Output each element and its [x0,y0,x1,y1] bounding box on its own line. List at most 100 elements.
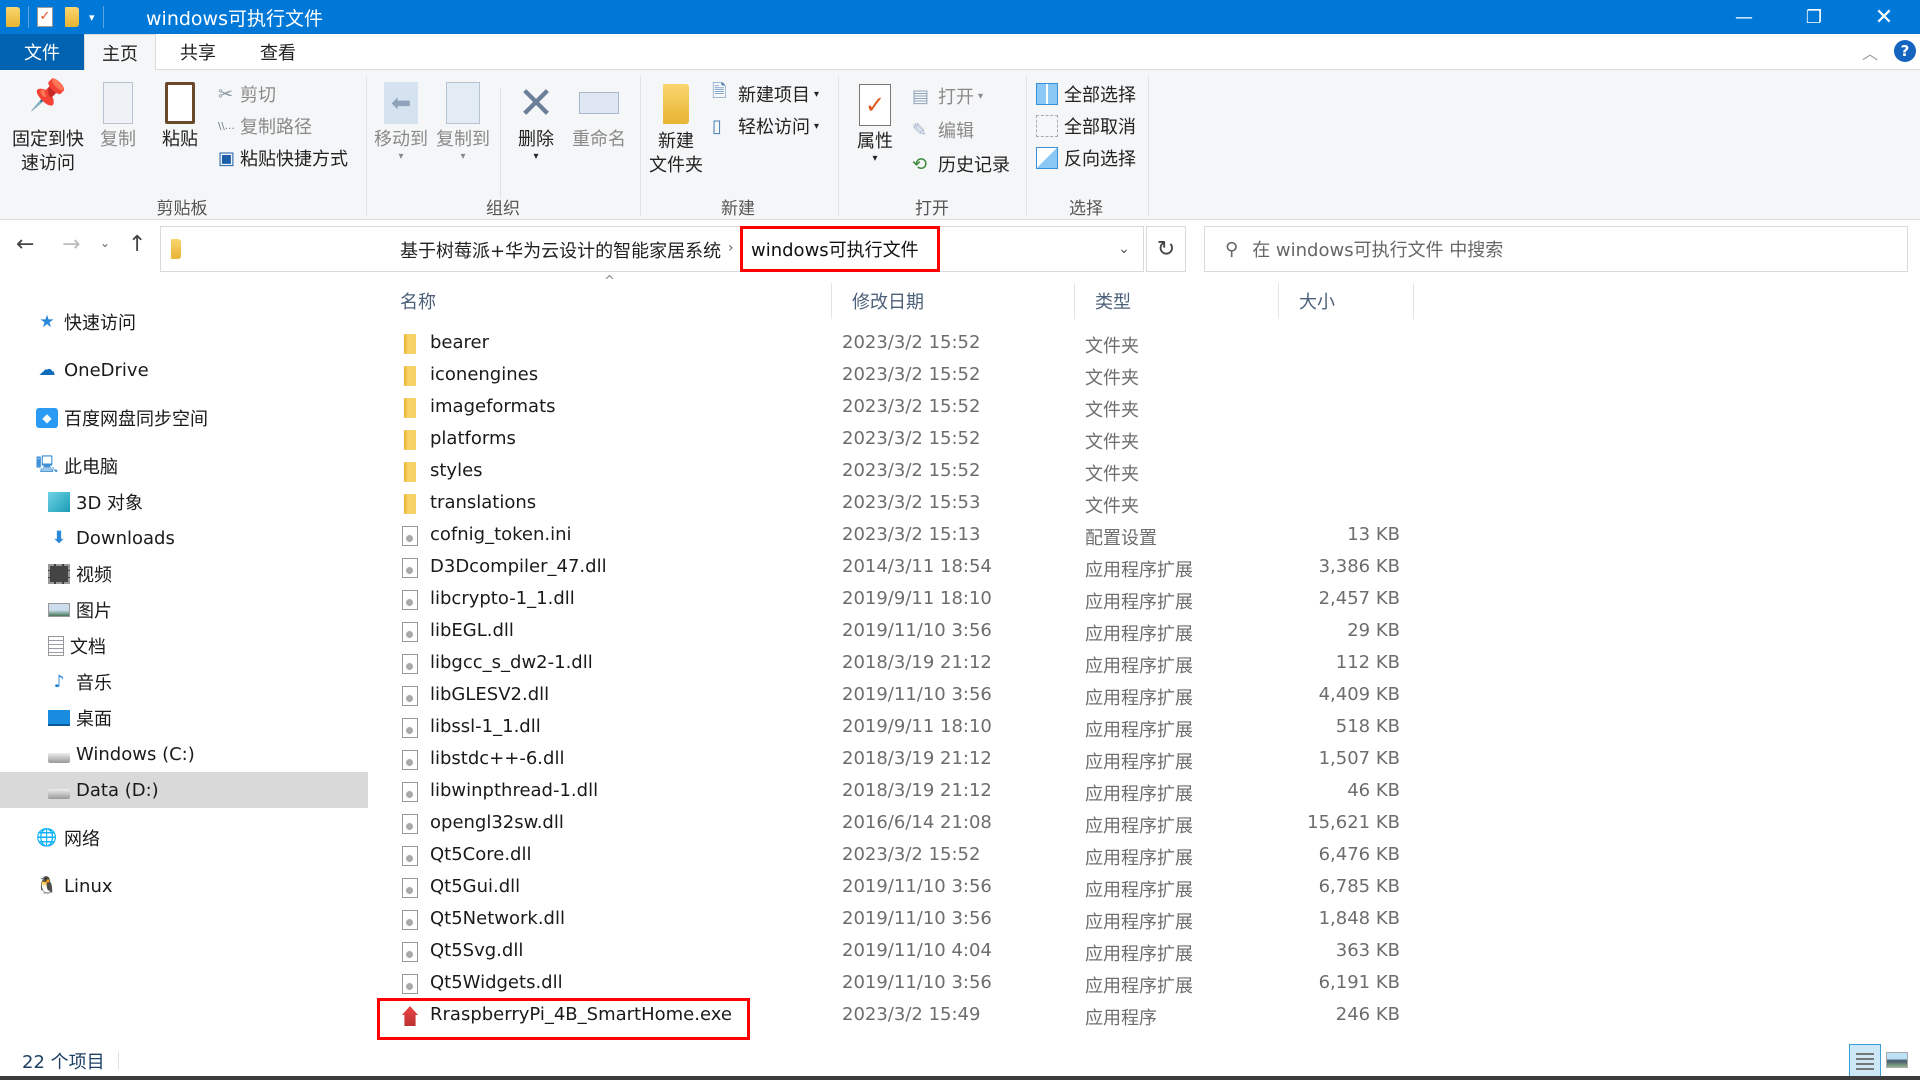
file-name: libEGL.dll [430,620,514,641]
file-size: 4,409 KB [1318,684,1400,705]
help-icon[interactable]: ? [1894,40,1916,62]
nav-documents[interactable]: 文档 [0,628,368,664]
move-to-button[interactable]: ⬅ 移动到 ▾ [372,82,430,162]
nav-pictures[interactable]: 图片 [0,592,368,628]
file-row[interactable]: styles 2023/3/2 15:52 文件夹 [380,456,1414,488]
tab-file[interactable]: 文件 [0,34,84,70]
breadcrumb-separator-icon[interactable]: › [728,240,734,256]
file-row[interactable]: iconengines 2023/3/2 15:52 文件夹 [380,360,1414,392]
file-size: 518 KB [1335,716,1400,737]
cut-button[interactable]: ✂ 剪切 [218,80,276,108]
file-row[interactable]: Qt5Core.dll 2023/3/2 15:52 应用程序扩展 6,476 KB [380,840,1414,872]
breadcrumb-current[interactable]: windows可执行文件 [740,226,940,272]
nav-baidu-netdisk[interactable]: ◆ 百度网盘同步空间 [0,400,368,436]
file-row[interactable]: opengl32sw.dll 2016/6/14 21:08 应用程序扩展 15,62… [380,808,1414,840]
file-date: 2023/3/2 15:53 [842,492,981,513]
nav-drive-c[interactable]: Windows (C:) [0,736,368,772]
file-row[interactable]: libGLESV2.dll 2019/11/10 3:56 应用程序扩展 4,409 … [380,680,1414,712]
new-item-button[interactable]: 🗎 新建项目 ▾ [712,80,819,108]
file-row[interactable]: D3Dcompiler_47.dll 2014/3/11 18:54 应用程序扩展 3… [380,552,1414,584]
nav-videos[interactable]: 视频 [0,556,368,592]
column-header-size[interactable]: 大小 [1279,283,1414,319]
nav-desktop[interactable]: 桌面 [0,700,368,736]
recent-locations-button[interactable]: ⌄ [100,236,110,250]
rename-button[interactable]: 重命名 [566,82,632,152]
file-row[interactable]: libEGL.dll 2019/11/10 3:56 应用程序扩展 29 KB [380,616,1414,648]
file-date: 2023/3/2 15:52 [842,364,981,385]
copy-path-button[interactable]: \\… 复制路径 [218,112,312,140]
properties-quick-icon[interactable]: ✓ [37,7,53,27]
close-button[interactable]: ✕ [1852,0,1916,34]
breadcrumb-item[interactable]: 基于树莓派+华为云设计的智能家居系统 [400,237,721,263]
file-row[interactable]: platforms 2023/3/2 15:52 文件夹 [380,424,1414,456]
new-folder-button[interactable]: 新建 文件夹 [644,84,708,178]
select-all-button[interactable]: 全部选择 [1036,80,1136,108]
customize-toolbar-icon[interactable]: ▾ [89,11,95,24]
delete-x-icon: ✕ [517,78,555,129]
address-dropdown-button[interactable]: ⌄ [1104,226,1144,272]
nav-downloads[interactable]: ⬇ Downloads [0,520,368,556]
tab-view[interactable]: 查看 [246,34,310,70]
search-input[interactable]: ⚲ 在 windows可执行文件 中搜索 [1204,226,1908,272]
column-header-date[interactable]: 修改日期 [832,283,1075,319]
open-button[interactable]: ▤ 打开 ▾ [912,82,983,110]
new-folder-quick-icon[interactable] [65,7,79,27]
pin-quick-access-button[interactable]: 📌 固定到快 速访问 [8,81,88,176]
invert-selection-button[interactable]: 反向选择 [1036,144,1136,172]
properties-button[interactable]: ✓ 属性 ▾ [846,84,904,164]
nav-drive-d[interactable]: Data (D:) [0,772,368,808]
column-header-name[interactable]: 名称 [380,283,832,319]
file-type: 应用程序 [1085,1008,1157,1029]
minimize-button[interactable]: — [1712,0,1776,34]
delete-button[interactable]: ✕ 删除 ▾ [508,80,564,162]
nav-linux[interactable]: 🐧 Linux [0,868,368,904]
file-row[interactable]: libwinpthread-1.dll 2018/3/19 21:12 应用程序扩展… [380,776,1414,808]
nav-this-pc[interactable]: 🖳 此电脑 [0,448,368,484]
nav-onedrive[interactable]: ☁ OneDrive [0,352,368,388]
tab-share[interactable]: 共享 [166,34,230,70]
copy-button[interactable]: 复制 [94,82,142,152]
navigation-pane[interactable]: ★ 快速访问 ☁ OneDrive ◆ 百度网盘同步空间 🖳 此电脑 3D 对象 ⬇ Do… [0,282,368,1042]
restore-button[interactable]: ❐ [1782,0,1846,34]
refresh-button[interactable]: ↻ [1146,226,1186,272]
music-icon: ♪ [53,672,65,692]
file-row[interactable]: imageformats 2023/3/2 15:52 文件夹 [380,392,1414,424]
file-row[interactable]: libssl-1_1.dll 2019/9/11 18:10 应用程序扩展 518 K… [380,712,1414,744]
nav-network[interactable]: 🌐 网络 [0,820,368,856]
file-row[interactable]: libcrypto-1_1.dll 2019/9/11 18:10 应用程序扩展 2,… [380,584,1414,616]
file-row[interactable]: libgcc_s_dw2-1.dll 2018/3/19 21:12 应用程序扩展 1… [380,648,1414,680]
tab-home[interactable]: 主页 [84,34,156,71]
collapse-ribbon-icon[interactable]: ︿ [1862,40,1878,64]
large-icons-view-button[interactable] [1886,1052,1908,1068]
move-to-icon: ⬅ [384,82,418,124]
file-row[interactable]: translations 2023/3/2 15:53 文件夹 [380,488,1414,520]
nav-3d-objects[interactable]: 3D 对象 [0,484,368,520]
paste-shortcut-button[interactable]: ▣ 粘贴快捷方式 [218,144,348,172]
details-view-button[interactable] [1849,1044,1881,1078]
back-button[interactable]: ← [16,232,34,257]
paste-button[interactable]: 粘贴 [156,82,204,152]
file-row[interactable]: Qt5Gui.dll 2019/11/10 3:56 应用程序扩展 6,785 KB [380,872,1414,904]
file-row[interactable]: bearer 2023/3/2 15:52 文件夹 [380,328,1414,360]
file-row[interactable]: Qt5Svg.dll 2019/11/10 4:04 应用程序扩展 363 KB [380,936,1414,968]
file-row[interactable]: cofnig_token.ini 2023/3/2 15:13 配置设置 13 KB [380,520,1414,552]
file-name: Qt5Network.dll [430,908,565,929]
column-header-type[interactable]: 类型 [1075,283,1279,319]
nav-quick-access[interactable]: ★ 快速访问 [0,304,368,340]
file-name: bearer [430,332,490,353]
copy-to-button[interactable]: 复制到 ▾ [434,82,492,162]
file-row[interactable]: libstdc++-6.dll 2018/3/19 21:12 应用程序扩展 1,50… [380,744,1414,776]
nav-music[interactable]: ♪ 音乐 [0,664,368,700]
file-date: 2023/3/2 15:52 [842,332,981,353]
easy-access-button[interactable]: ▯ 轻松访问 ▾ [712,112,819,140]
file-size: 6,476 KB [1318,844,1400,865]
file-row[interactable]: Qt5Widgets.dll 2019/11/10 3:56 应用程序扩展 6,191… [380,968,1414,1000]
select-none-button[interactable]: 全部取消 [1036,112,1136,140]
file-date: 2023/3/2 15:52 [842,428,981,449]
forward-button[interactable]: → [62,232,80,257]
history-button[interactable]: ⟲ 历史记录 [912,150,1010,178]
up-button[interactable]: ↑ [128,232,146,257]
file-row[interactable]: Qt5Network.dll 2019/11/10 3:56 应用程序扩展 1,848… [380,904,1414,936]
chevron-down-icon: ⌄ [1118,241,1130,257]
edit-button[interactable]: ✎ 编辑 [912,116,974,144]
